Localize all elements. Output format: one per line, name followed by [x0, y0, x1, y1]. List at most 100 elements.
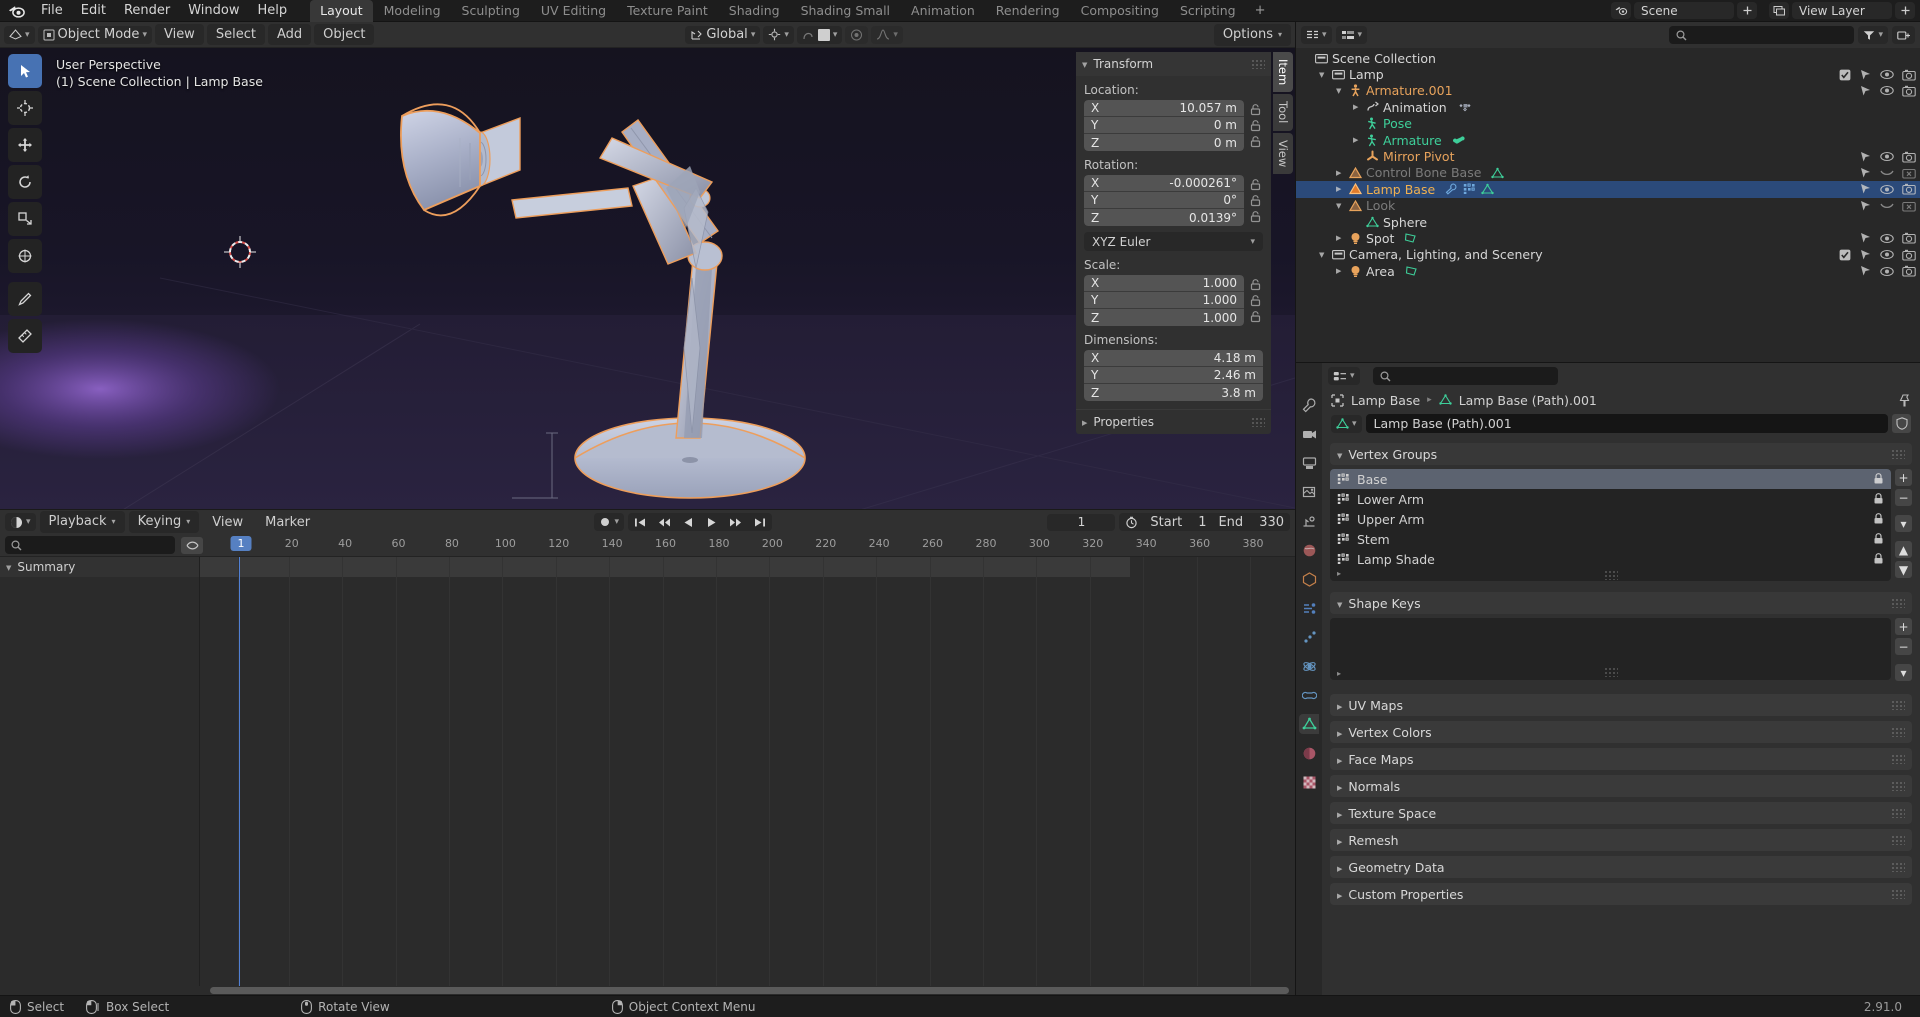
expander-toggle-icon[interactable]: ▼ — [1336, 202, 1349, 210]
outliner-row-look[interactable]: ▼ Look — [1296, 198, 1920, 214]
timeline-editor-type[interactable]: ▾ — [5, 513, 36, 531]
scrollbar-thumb[interactable] — [210, 987, 1289, 994]
scale-x-field[interactable]: X 1.000 — [1084, 275, 1244, 292]
expander-toggle-icon[interactable]: ▶ — [1336, 234, 1349, 242]
jump-to-start-button[interactable] — [628, 513, 652, 531]
properties-tab-render[interactable] — [1299, 424, 1319, 444]
vertex-groups-header[interactable]: Vertex Groups — [1330, 443, 1912, 465]
breadcrumb-object[interactable]: Lamp Base — [1351, 393, 1420, 408]
vertex-groups-list-grip[interactable] — [1603, 570, 1618, 580]
play-button[interactable] — [700, 513, 723, 531]
properties-editor-type[interactable]: ▾ — [1328, 367, 1360, 385]
lock-scale-y-icon[interactable] — [1248, 293, 1263, 308]
property-section-custom-properties[interactable]: Custom Properties — [1330, 883, 1912, 905]
vertex-groups-list[interactable]: Base Lower Arm Upper Arm Stem Lamp Shade ▸ — [1330, 469, 1891, 581]
hide-in-viewport-icon[interactable] — [1880, 85, 1894, 96]
menu-render[interactable]: Render — [115, 1, 179, 20]
vertex-group-specials-button[interactable]: ▾ — [1895, 515, 1912, 532]
workspace-tab-shading-small[interactable]: Shading Small — [791, 0, 900, 22]
disable-in-renders-icon[interactable] — [1902, 249, 1916, 261]
outliner-row-spot[interactable]: ▶ Spot — [1296, 230, 1920, 246]
section-grip[interactable] — [1891, 727, 1905, 737]
lock-rotation-z-icon[interactable] — [1248, 209, 1263, 224]
new-viewlayer-icon[interactable] — [1895, 2, 1915, 19]
properties-tab-output[interactable] — [1299, 453, 1319, 473]
viewlayer-browse-icon[interactable] — [1769, 2, 1789, 19]
workspace-tab-shading[interactable]: Shading — [719, 0, 790, 22]
outliner-row-area[interactable]: ▶ Area — [1296, 263, 1920, 279]
outliner-row-lamp[interactable]: ▼ Lamp — [1296, 66, 1920, 82]
outliner-new-collection-button[interactable] — [1892, 26, 1915, 44]
section-grip[interactable] — [1891, 700, 1905, 710]
lock-vertex-group-icon[interactable] — [1873, 493, 1884, 505]
play-reverse-button[interactable] — [677, 513, 700, 531]
menu-window[interactable]: Window — [179, 1, 248, 20]
expander-toggle-icon[interactable]: ▼ — [1319, 71, 1332, 79]
vertex-group-item[interactable]: Base — [1330, 469, 1891, 489]
panel-grip[interactable] — [1251, 59, 1265, 69]
breadcrumb-mesh-data[interactable]: Lamp Base (Path).001 — [1459, 393, 1597, 408]
lock-rotation-x-icon[interactable] — [1248, 177, 1263, 192]
lock-scale-z-icon[interactable] — [1248, 309, 1263, 324]
viewport-options-button[interactable]: Options — [1213, 23, 1291, 46]
timeline-playback-menu[interactable]: Playback — [39, 511, 125, 533]
hide-in-viewport-icon[interactable] — [1880, 249, 1894, 260]
panel-grip-2[interactable] — [1251, 417, 1265, 427]
timeline-view-menu[interactable]: View — [203, 512, 252, 533]
remove-vertex-group-button[interactable]: − — [1895, 489, 1912, 506]
vertex-group-item[interactable]: Lamp Shade — [1330, 549, 1891, 569]
vertex-group-item[interactable]: Stem — [1330, 529, 1891, 549]
property-section-geometry-data[interactable]: Geometry Data — [1330, 856, 1912, 878]
lock-rotation-y-icon[interactable] — [1248, 193, 1263, 208]
scale-y-field[interactable]: Y 1.000 — [1084, 292, 1244, 309]
rotation-x-field[interactable]: X -0.000261° — [1084, 175, 1244, 192]
expander-toggle-icon[interactable]: ▼ — [1319, 251, 1332, 259]
hide-in-viewport-icon[interactable] — [1880, 266, 1894, 277]
tool-annotate[interactable] — [8, 282, 42, 316]
outliner-row-camera-lighting-and-scenery[interactable]: ▼ Camera, Lighting, and Scenery — [1296, 247, 1920, 263]
expander-toggle-icon[interactable]: ▶ — [1336, 267, 1349, 275]
vertexgroup-icon[interactable] — [1463, 183, 1476, 195]
disable-in-renders-icon[interactable] — [1902, 265, 1916, 277]
proportional-falloff-selector[interactable] — [845, 25, 869, 44]
workspace-tab-animation[interactable]: Animation — [901, 0, 985, 22]
properties-tab-tool[interactable] — [1299, 395, 1319, 415]
start-frame-field[interactable]: Start 1 — [1144, 513, 1212, 531]
section-grip[interactable] — [1891, 862, 1905, 872]
restrict-select-icon[interactable] — [1859, 183, 1872, 195]
lock-location-x-icon[interactable] — [1248, 102, 1263, 117]
shape-keys-list[interactable]: ▸ — [1330, 618, 1891, 680]
lock-scale-x-icon[interactable] — [1248, 277, 1263, 292]
lock-vertex-group-icon[interactable] — [1873, 533, 1884, 545]
vertex-group-item[interactable]: Lower Arm — [1330, 489, 1891, 509]
location-z-field[interactable]: Z 0 m — [1084, 134, 1244, 151]
dimensions-y-field[interactable]: Y 2.46 m — [1084, 367, 1263, 384]
falloff-curve-icon[interactable]: ▾ — [871, 25, 903, 44]
restrict-select-icon[interactable] — [1859, 151, 1872, 163]
expander-toggle-icon[interactable]: ▶ — [1353, 136, 1366, 144]
workspace-tab-uv-editing[interactable]: UV Editing — [531, 0, 616, 22]
workspace-tab-sculpting[interactable]: Sculpting — [452, 0, 530, 22]
lock-vertex-group-icon[interactable] — [1873, 513, 1884, 525]
outliner-row-pose[interactable]: Pose — [1296, 116, 1920, 132]
rotation-mode-selector[interactable]: XYZ Euler ▾ — [1084, 232, 1263, 251]
property-section-remesh[interactable]: Remesh — [1330, 829, 1912, 851]
shape-keys-list-grip[interactable] — [1603, 667, 1618, 677]
expander-toggle-icon[interactable]: ▶ — [1353, 103, 1366, 111]
tool-transform[interactable] — [8, 239, 42, 273]
dimensions-z-field[interactable]: Z 3.8 m — [1084, 384, 1263, 401]
outliner-tree[interactable]: Scene Collection ▼ Lamp ▼ Armature.001 ▶ Anima… — [1296, 48, 1920, 362]
property-section-vertex-colors[interactable]: Vertex Colors — [1330, 721, 1912, 743]
outliner-row-sphere[interactable]: Sphere — [1296, 214, 1920, 230]
section-grip[interactable] — [1891, 754, 1905, 764]
outliner-row-mirror-pivot[interactable]: Mirror Pivot — [1296, 148, 1920, 164]
collection-enable-checkbox[interactable] — [1839, 69, 1851, 81]
add-vertex-group-button[interactable]: + — [1895, 469, 1912, 486]
restrict-select-icon[interactable] — [1859, 85, 1872, 97]
outliner-row-armature-001[interactable]: ▼ Armature.001 — [1296, 83, 1920, 99]
properties-tab-physics[interactable] — [1299, 656, 1319, 676]
workspace-tab-rendering[interactable]: Rendering — [986, 0, 1070, 22]
properties-tab-object-data[interactable] — [1299, 714, 1319, 734]
properties-tab-material[interactable] — [1299, 743, 1319, 763]
outliner-search-input[interactable] — [1669, 26, 1855, 44]
